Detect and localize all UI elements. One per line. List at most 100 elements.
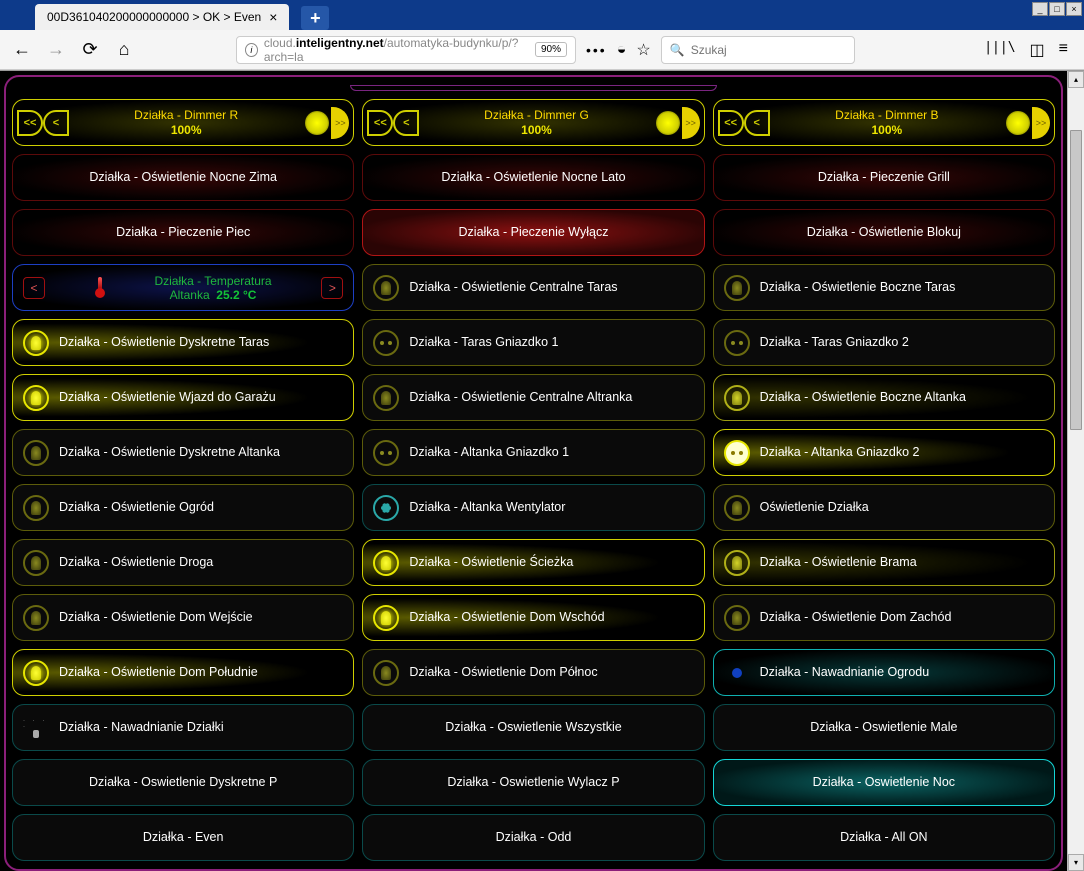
bulb-icon (23, 495, 49, 521)
tab-title: 00D361040200000000000 > OK > Even (47, 10, 261, 24)
bulb-icon (23, 385, 49, 411)
light-house-south[interactable]: Działka - Oświetlenie Dom Południe (12, 649, 354, 696)
light-garden[interactable]: Działka - Oświetlenie Ogród (12, 484, 354, 531)
temperature-tile[interactable]: < Działka - TemperaturaAltanka 25.2 °C > (12, 264, 354, 311)
light-gate[interactable]: Działka - Oświetlenie Brama (713, 539, 1055, 586)
light-plot[interactable]: Oświetlenie Działka (713, 484, 1055, 531)
light-house-north[interactable]: Działka - Oświetlenie Dom Północ (362, 649, 704, 696)
light-path[interactable]: Działka - Oświetlenie Ścieżka (362, 539, 704, 586)
scene-light-discrete-p[interactable]: Działka - Oswietlenie Dyskretne P (12, 759, 354, 806)
socket-taras-2[interactable]: Działka - Taras Gniazdko 2 (713, 319, 1055, 366)
browser-tab[interactable]: 00D361040200000000000 > OK > Even × (35, 4, 289, 30)
minimize-button[interactable]: _ (1032, 2, 1048, 16)
socket-icon (724, 330, 750, 356)
bulb-icon (373, 550, 399, 576)
scene-grill[interactable]: Działka - Pieczenie Grill (713, 154, 1055, 201)
light-discrete-altanka[interactable]: Działka - Oświetlenie Dyskretne Altanka (12, 429, 354, 476)
scroll-thumb[interactable] (1070, 130, 1082, 430)
socket-taras-1[interactable]: Działka - Taras Gniazdko 1 (362, 319, 704, 366)
light-side-taras[interactable]: Działka - Oświetlenie Boczne Taras (713, 264, 1055, 311)
bulb-icon (724, 275, 750, 301)
page-actions-button[interactable]: ••• (586, 42, 607, 58)
scene-light-off-p[interactable]: Działka - Oswietlenie Wylacz P (362, 759, 704, 806)
light-house-east[interactable]: Działka - Oświetlenie Dom Wschód (362, 594, 704, 641)
dimmer-up[interactable]: >> (1032, 107, 1050, 139)
menu-button[interactable]: ≡ (1059, 40, 1068, 60)
bulb-icon (373, 660, 399, 686)
socket-altanka-2[interactable]: Działka - Altanka Gniazdko 2 (713, 429, 1055, 476)
scene-all-on[interactable]: Działka - All ON (713, 814, 1055, 861)
scene-light-small[interactable]: Działka - Oswietlenie Male (713, 704, 1055, 751)
reload-button[interactable]: ⟳ (78, 38, 102, 62)
light-discrete-taras[interactable]: Działka - Oświetlenie Dyskretne Taras (12, 319, 354, 366)
site-info-icon[interactable]: i (245, 43, 258, 57)
light-central-taras[interactable]: Działka - Oświetlenie Centralne Taras (362, 264, 704, 311)
fan-icon (373, 495, 399, 521)
scrollbar[interactable]: ▴ ▾ (1067, 71, 1084, 871)
new-tab-button[interactable]: + (301, 6, 329, 30)
dimmer-up[interactable]: >> (682, 107, 700, 139)
scene-night-summer[interactable]: Działka - Oświetlenie Nocne Lato (362, 154, 704, 201)
dimmer-up[interactable]: >> (331, 107, 349, 139)
temp-prev-button[interactable]: < (23, 277, 45, 299)
scene-odd[interactable]: Działka - Odd (362, 814, 704, 861)
back-button[interactable]: ← (10, 38, 34, 62)
scene-even[interactable]: Działka - Even (12, 814, 354, 861)
socket-altanka-1[interactable]: Działka - Altanka Gniazdko 1 (362, 429, 704, 476)
bookmark-star-icon[interactable]: ☆ (636, 40, 650, 60)
irrigation-garden[interactable]: Działka - Nawadnianie Ogrodu (713, 649, 1055, 696)
scroll-down-button[interactable]: ▾ (1068, 854, 1084, 871)
scene-oven[interactable]: Działka - Pieczenie Piec (12, 209, 354, 256)
dimmer-g[interactable]: << < Działka - Dimmer G100% >> (362, 99, 704, 146)
dimmer-indicator-icon (656, 111, 680, 135)
maximize-button[interactable]: □ (1049, 2, 1065, 16)
light-house-west[interactable]: Działka - Oświetlenie Dom Zachód (713, 594, 1055, 641)
zoom-badge[interactable]: 90% (535, 42, 567, 57)
scene-light-block[interactable]: Działka - Oświetlenie Blokuj (713, 209, 1055, 256)
scene-night-winter[interactable]: Działka - Oświetlenie Nocne Zima (12, 154, 354, 201)
scene-bake-off[interactable]: Działka - Pieczenie Wyłącz (362, 209, 704, 256)
socket-icon (373, 440, 399, 466)
dimmer-down[interactable]: < (43, 110, 69, 136)
dimmer-r[interactable]: << < Działka - Dimmer R100% >> (12, 99, 354, 146)
light-garage-entry[interactable]: Działka - Oświetlenie Wjazd do Garażu (12, 374, 354, 421)
light-side-altanka[interactable]: Działka - Oświetlenie Boczne Altanka (713, 374, 1055, 421)
scene-light-all[interactable]: Działka - Oswietlenie Wszystkie (362, 704, 704, 751)
search-bar[interactable]: 🔍 (661, 36, 855, 64)
library-icon[interactable]: |||\ (984, 40, 1015, 60)
dimmer-b[interactable]: << < Działka - Dimmer B100% >> (713, 99, 1055, 146)
thermometer-icon (95, 277, 105, 298)
scene-light-night[interactable]: Działka - Oswietlenie Noc (713, 759, 1055, 806)
bulb-icon (724, 495, 750, 521)
temp-next-button[interactable]: > (321, 277, 343, 299)
pocket-icon[interactable]: ◒ (617, 41, 627, 59)
water-icon (724, 660, 750, 686)
tab-close-button[interactable]: × (269, 9, 277, 25)
bulb-icon (23, 330, 49, 356)
sprinkler-icon: · · · · (23, 718, 49, 738)
home-button[interactable]: ⌂ (112, 38, 136, 62)
url-bar[interactable]: i cloud.inteligentny.net/automatyka-budy… (236, 36, 576, 64)
search-input[interactable] (691, 43, 846, 57)
dimmer-down[interactable]: < (393, 110, 419, 136)
scroll-up-button[interactable]: ▴ (1068, 71, 1084, 88)
bulb-icon (373, 275, 399, 301)
sidebar-icon[interactable]: ◫ (1030, 40, 1045, 60)
search-icon: 🔍 (670, 43, 685, 57)
dimmer-down[interactable]: < (744, 110, 770, 136)
dimmer-indicator-icon (305, 111, 329, 135)
browser-tabbar: 00D361040200000000000 > OK > Even × + (0, 0, 1084, 30)
dimmer-fast-down[interactable]: << (367, 110, 393, 136)
bulb-icon (373, 385, 399, 411)
light-house-entry[interactable]: Działka - Oświetlenie Dom Wejście (12, 594, 354, 641)
dimmer-fast-down[interactable]: << (718, 110, 744, 136)
page-content: << < Działka - Dimmer R100% >> << < Dzia… (0, 71, 1067, 871)
dimmer-fast-down[interactable]: << (17, 110, 43, 136)
dimmer-indicator-icon (1006, 111, 1030, 135)
fan-altanka[interactable]: Działka - Altanka Wentylator (362, 484, 704, 531)
light-central-altanka[interactable]: Działka - Oświetlenie Centralne Altranka (362, 374, 704, 421)
light-road[interactable]: Działka - Oświetlenie Droga (12, 539, 354, 586)
forward-button[interactable]: → (44, 38, 68, 62)
irrigation-plot[interactable]: · · · ·Działka - Nawadnianie Działki (12, 704, 354, 751)
close-window-button[interactable]: × (1066, 2, 1082, 16)
